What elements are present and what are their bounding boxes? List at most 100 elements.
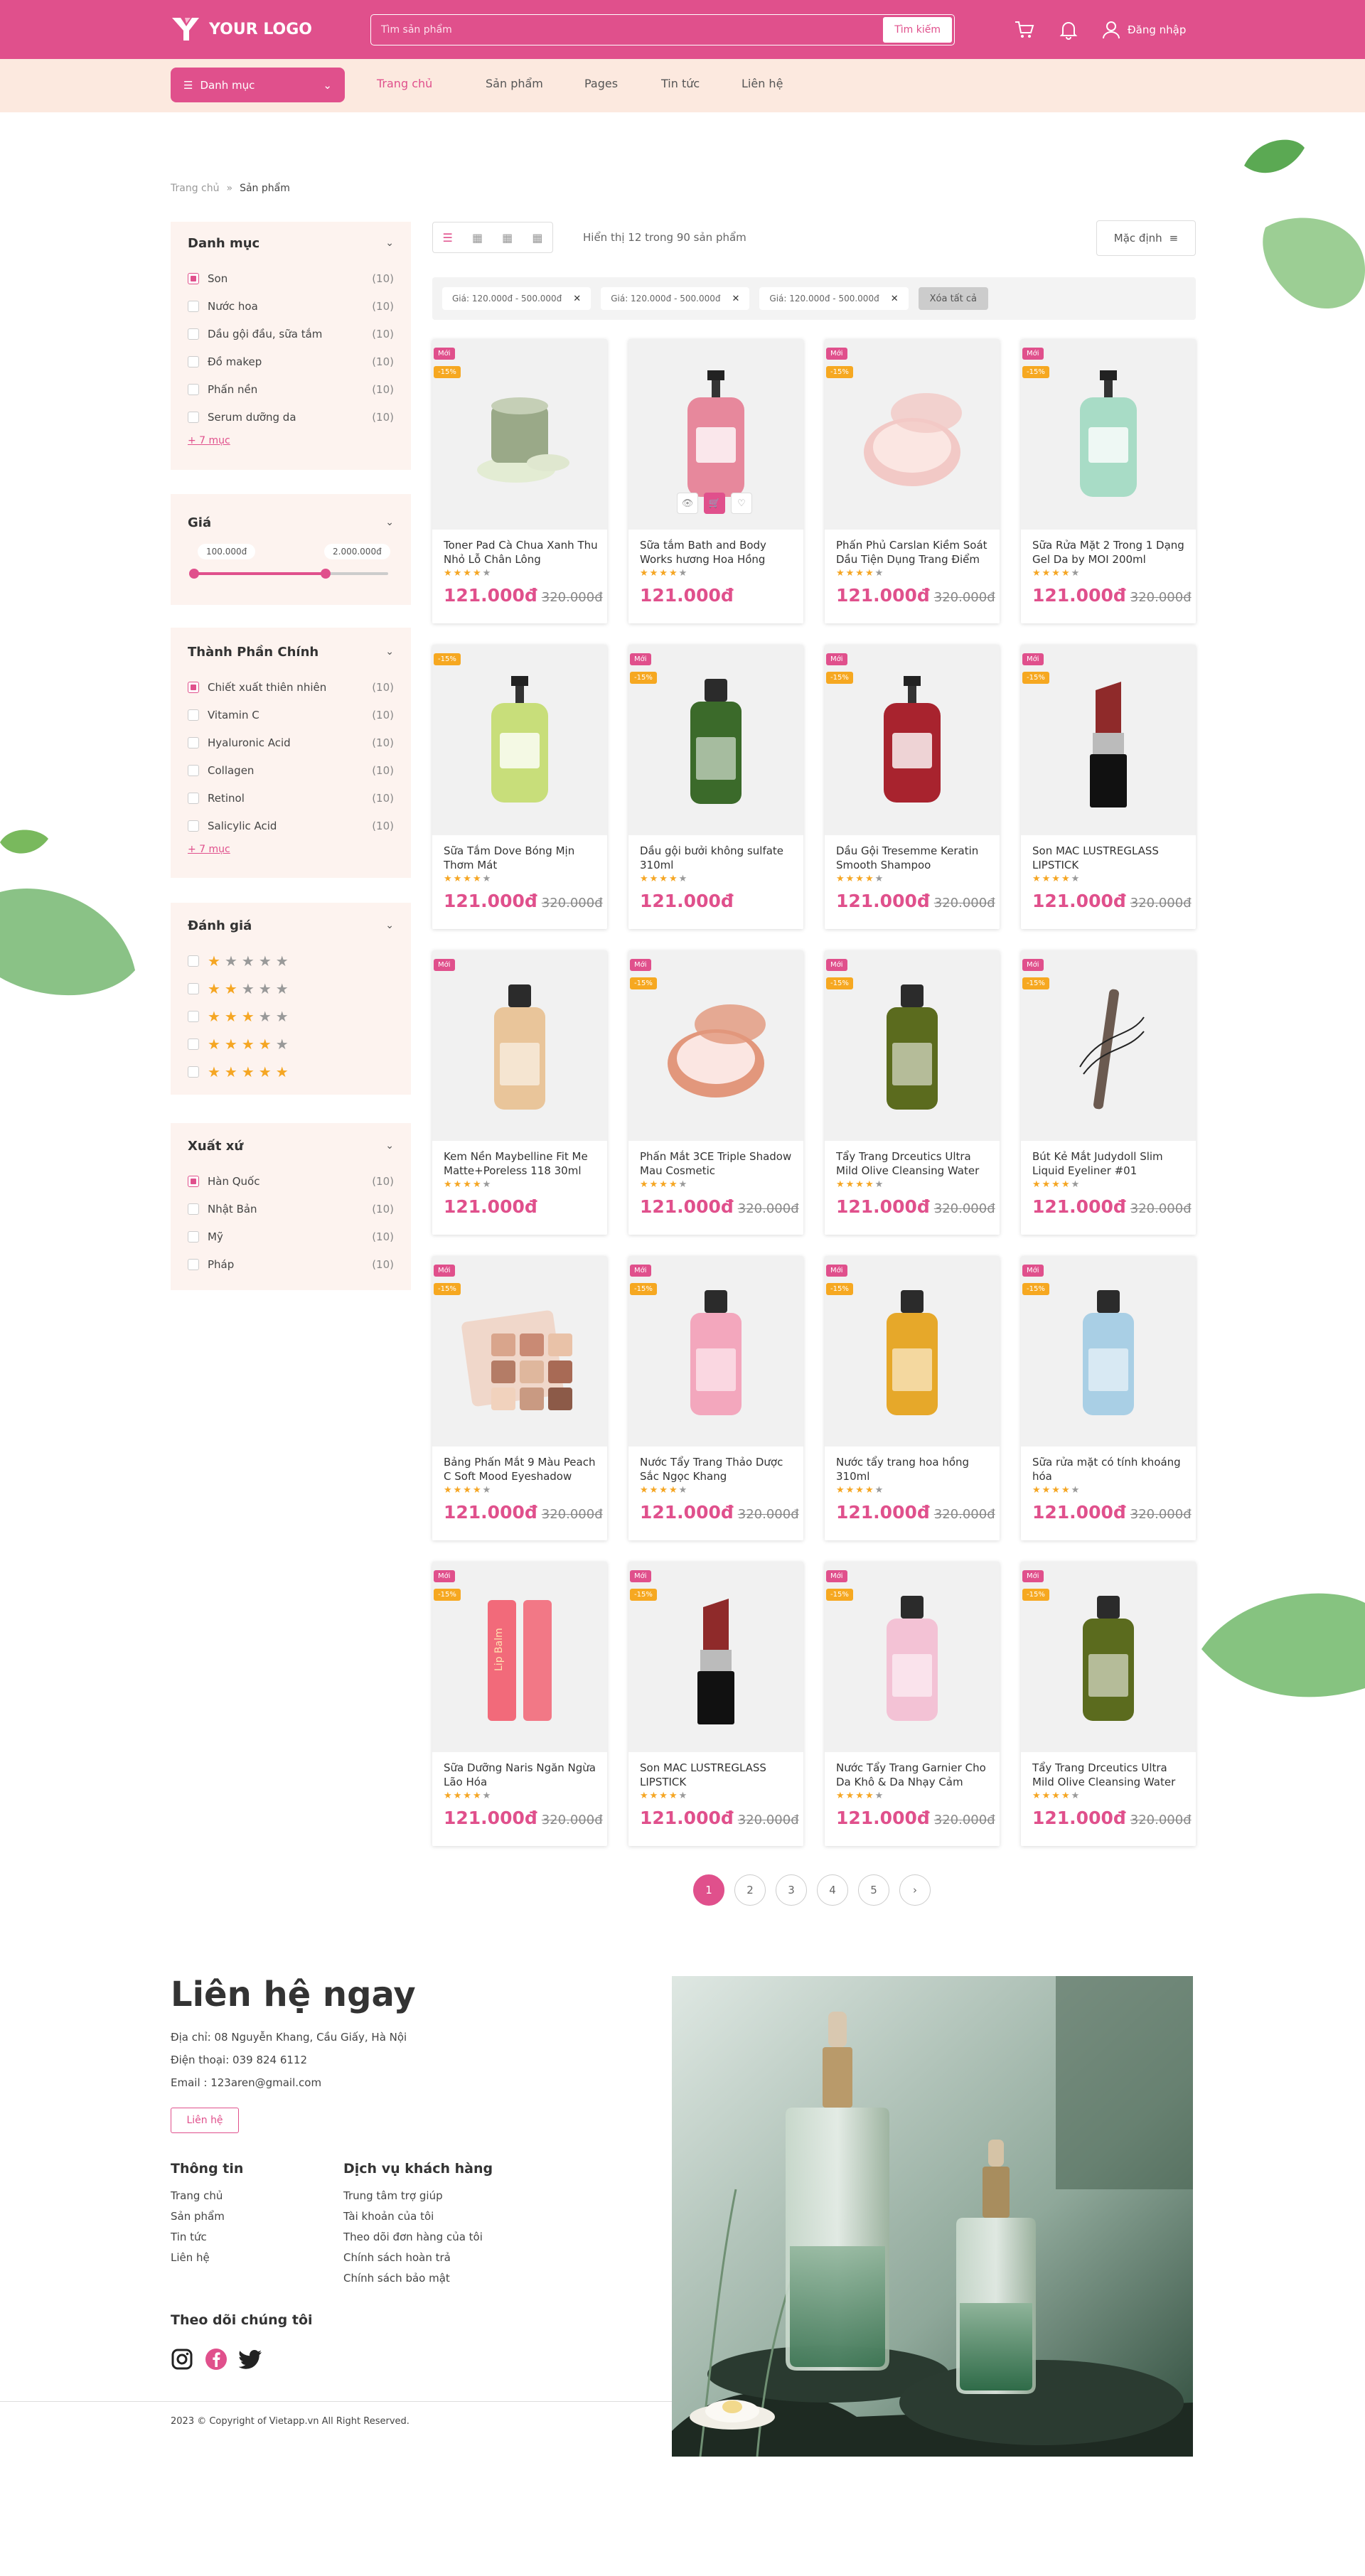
nav-link-contact[interactable]: Liên hệ (742, 77, 783, 90)
twitter-icon[interactable] (239, 2348, 263, 2371)
slider-min-handle[interactable] (189, 569, 199, 579)
product-card[interactable]: Mới -15% Tẩy Trang Drceutics Ultra Mild … (825, 950, 1000, 1235)
filter-option[interactable]: Salicylic Acid (10) (188, 812, 394, 839)
footer-link[interactable]: Chính sách hoàn trả (343, 2251, 483, 2272)
search-button[interactable]: Tìm kiếm (883, 17, 952, 43)
filter-option[interactable]: Nước hoa (10) (188, 292, 394, 320)
filter-option[interactable]: Phấn nền (10) (188, 375, 394, 403)
login-link[interactable]: Đăng nhập (1102, 20, 1186, 40)
product-image-area[interactable] (432, 950, 607, 1141)
checkbox[interactable] (188, 955, 199, 967)
rating-option[interactable]: ★★★★★ (188, 1002, 394, 1030)
facebook-icon[interactable] (205, 2348, 228, 2371)
checkbox[interactable] (188, 736, 199, 748)
footer-link[interactable]: Chính sách bảo mật (343, 2272, 483, 2292)
checkbox[interactable] (188, 300, 199, 312)
product-card[interactable]: Mới -15% Phấn Phủ Carslan Kiềm Soát Dầu … (825, 339, 1000, 623)
filter-option[interactable]: Nhật Bản (10) (188, 1195, 394, 1223)
product-card[interactable]: Mới Kem Nền Maybelline Fit Me Matte+Pore… (432, 950, 607, 1235)
nav-link-home[interactable]: Trang chủ (377, 77, 432, 90)
close-icon[interactable]: ✕ (573, 294, 581, 304)
filter-ingredient-header[interactable]: Thành Phần Chính ⌄ (188, 630, 394, 673)
footer-link[interactable]: Trang chủ (171, 2189, 225, 2210)
checkbox[interactable] (188, 792, 199, 804)
product-name[interactable]: Phấn Mắt 3CE Triple Shadow Mau Cosmetic (640, 1149, 796, 1178)
product-name[interactable]: Sữa Dưỡng Naris Ngăn Ngừa Lão Hóa (444, 1761, 600, 1789)
show-more-link[interactable]: + 7 mục (188, 431, 394, 451)
checkbox[interactable] (188, 1066, 199, 1078)
nav-link-pages[interactable]: Pages (584, 77, 618, 90)
filter-option[interactable]: Vitamin C (10) (188, 701, 394, 729)
product-image-area[interactable] (432, 645, 607, 835)
product-card[interactable]: Mới -15% Nước Tẩy Trang Thảo Dược Sắc Ng… (628, 1256, 803, 1540)
product-card[interactable]: Mới -15% Sữa Rửa Mặt 2 Trong 1 Dạng Gel … (1021, 339, 1196, 623)
eye-icon[interactable]: 👁 (677, 493, 698, 514)
heart-icon[interactable]: ♡ (731, 493, 752, 514)
product-name[interactable]: Nước tẩy trang hoa hồng 310ml (836, 1455, 992, 1483)
filter-option[interactable]: Collagen (10) (188, 756, 394, 784)
nav-link-products[interactable]: Sản phẩm (486, 77, 543, 90)
footer-link[interactable]: Liên hệ (171, 2251, 225, 2272)
checkbox[interactable] (188, 982, 199, 994)
product-name[interactable]: Toner Pad Cà Chua Xanh Thu Nhỏ Lỗ Chân L… (444, 538, 600, 567)
rating-option[interactable]: ★★★★★ (188, 1030, 394, 1058)
rating-option[interactable]: ★★★★★ (188, 1058, 394, 1085)
filter-option[interactable]: Chiết xuất thiên nhiên (10) (188, 673, 394, 701)
product-name[interactable]: Tẩy Trang Drceutics Ultra Mild Olive Cle… (836, 1149, 992, 1178)
checkbox[interactable] (188, 764, 199, 776)
clear-all-button[interactable]: Xóa tất cả (918, 287, 988, 310)
filter-rating-header[interactable]: Đánh giá ⌄ (188, 904, 394, 947)
filter-option[interactable]: Mỹ (10) (188, 1223, 394, 1250)
product-card[interactable]: Mới -15% Bảng Phấn Mắt 9 Màu Peach C Sof… (432, 1256, 607, 1540)
product-name[interactable]: Dầu gội bưởi không sulfate 310ml (640, 844, 796, 872)
checkbox[interactable] (188, 411, 199, 423)
filter-price-header[interactable]: Giá ⌄ (188, 501, 394, 544)
product-name[interactable]: Bút Kẻ Mắt Judydoll Slim Liquid Eyeliner… (1032, 1149, 1189, 1178)
product-card[interactable]: Mới -15% Nước tẩy trang hoa hồng 310ml ★… (825, 1256, 1000, 1540)
checkbox[interactable] (188, 1203, 199, 1215)
checkbox[interactable] (188, 1258, 199, 1270)
slider-max-handle[interactable] (320, 569, 331, 579)
footer-link[interactable]: Theo dõi đơn hàng của tôi (343, 2231, 483, 2251)
close-icon[interactable]: ✕ (891, 294, 899, 304)
nav-link-news[interactable]: Tin tức (661, 77, 700, 90)
filter-chip[interactable]: Giá: 120.000đ - 500.000đ ✕ (759, 287, 909, 310)
product-name[interactable]: Nước Tẩy Trang Garnier Cho Da Khô & Da N… (836, 1761, 992, 1789)
contact-button[interactable]: Liên hệ (171, 2108, 239, 2133)
sort-dropdown[interactable]: Mặc định ≡ (1096, 220, 1196, 256)
product-name[interactable]: Sữa Tắm Dove Bóng Mịn Thơm Mát (444, 844, 600, 872)
grid-4-icon[interactable]: ▦ (532, 231, 542, 245)
filter-option[interactable]: Son (10) (188, 264, 394, 292)
product-name[interactable]: Son MAC LUSTREGLASS LIPSTICK (640, 1761, 796, 1789)
filter-option[interactable]: Đồ makep (10) (188, 348, 394, 375)
list-view-icon[interactable]: ☰ (443, 231, 453, 245)
page-button[interactable]: 4 (817, 1874, 848, 1906)
product-card[interactable]: -15% Sữa Tắm Dove Bóng Mịn Thơm Mát ★★★★… (432, 645, 607, 929)
checkbox[interactable] (188, 383, 199, 395)
checkbox[interactable] (188, 328, 199, 340)
product-name[interactable]: Phấn Phủ Carslan Kiềm Soát Dầu Tiện Dụng… (836, 538, 992, 567)
checkbox[interactable] (188, 1230, 199, 1243)
product-name[interactable]: Sữa tắm Bath and Body Works hương Hoa Hồ… (640, 538, 796, 567)
product-card[interactable]: Mới -15% Dầu Gội Tresemme Keratin Smooth… (825, 645, 1000, 929)
filter-chip[interactable]: Giá: 120.000đ - 500.000đ ✕ (442, 287, 592, 310)
cart-icon[interactable] (1014, 20, 1035, 40)
checkbox[interactable] (188, 1175, 199, 1187)
rating-option[interactable]: ★★★★★ (188, 975, 394, 1002)
product-card[interactable]: Mới -15% Nước Tẩy Trang Garnier Cho Da K… (825, 1562, 1000, 1846)
product-name[interactable]: Nước Tẩy Trang Thảo Dược Sắc Ngọc Khang (640, 1455, 796, 1483)
filter-option[interactable]: Pháp (10) (188, 1250, 394, 1278)
product-card[interactable]: Mới -15% Son MAC LUSTREGLASS LIPSTICK ★★… (628, 1562, 803, 1846)
checkbox[interactable] (188, 1010, 199, 1022)
product-card[interactable]: Mới -15% Bút Kẻ Mắt Judydoll Slim Liquid… (1021, 950, 1196, 1235)
show-more-link[interactable]: + 7 mục (188, 839, 394, 859)
product-name[interactable]: Sữa rửa mặt có tính khoáng hóa (1032, 1455, 1189, 1483)
product-card[interactable]: 👁 🛒 ♡ Sữa tắm Bath and Body Works hương Ho… (628, 339, 803, 623)
footer-link[interactable]: Sản phẩm (171, 2210, 225, 2231)
page-button[interactable]: 2 (734, 1874, 766, 1906)
filter-origin-header[interactable]: Xuất xứ ⌄ (188, 1125, 394, 1167)
close-icon[interactable]: ✕ (732, 294, 740, 304)
breadcrumb-home[interactable]: Trang chủ (171, 183, 219, 194)
instagram-icon[interactable] (171, 2348, 193, 2371)
footer-link[interactable]: Tin tức (171, 2231, 225, 2251)
